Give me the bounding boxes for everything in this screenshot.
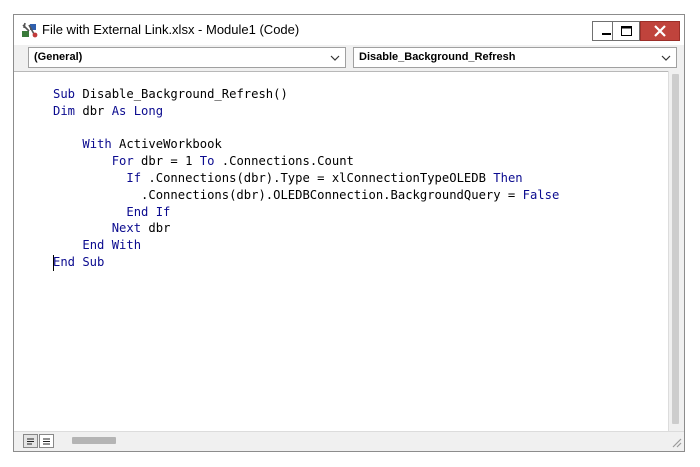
code-keyword: If	[126, 170, 142, 185]
code-line[interactable]: End If	[53, 204, 559, 221]
code-keyword: End Sub	[53, 254, 105, 269]
code-token: .Connections(dbr).OLEDBConnection.Backgr…	[53, 187, 523, 202]
code-token: Disable_Background_Refresh()	[75, 87, 288, 101]
code-keyword: For	[111, 154, 134, 169]
chevron-down-icon[interactable]	[328, 49, 342, 66]
code-keyword: With	[82, 137, 112, 152]
code-text[interactable]: Sub Disable_Background_Refresh() Dim dbr …	[53, 86, 559, 271]
bottom-bar	[14, 431, 684, 451]
code-token: .Connections(dbr).Type = xlConnectionTyp…	[141, 170, 494, 185]
code-line[interactable]: For dbr = 1 To .Connections.Count	[53, 153, 559, 170]
maximize-button[interactable]	[612, 21, 640, 41]
vba-editor-icon	[22, 22, 38, 38]
code-keyword: Sub	[53, 87, 76, 101]
chevron-down-icon[interactable]	[659, 49, 673, 66]
text-cursor	[53, 255, 54, 271]
procedure-dropdown-value: Disable_Background_Refresh	[359, 51, 516, 63]
code-keyword: End With	[82, 238, 142, 253]
code-line[interactable]: If .Connections(dbr).Type = xlConnection…	[53, 170, 559, 187]
code-line[interactable]: Dim dbr As Long	[53, 103, 559, 120]
code-editor[interactable]: Sub Disable_Background_Refresh() Dim dbr …	[14, 71, 668, 431]
procedure-view-icon	[27, 438, 34, 445]
code-line[interactable]: Sub Disable_Background_Refresh()	[53, 86, 559, 103]
vertical-scrollbar[interactable]	[668, 71, 684, 431]
close-button[interactable]	[640, 21, 680, 41]
object-dropdown-value: (General)	[34, 51, 83, 63]
code-keyword: Then	[493, 170, 523, 185]
code-keyword: To	[199, 154, 215, 169]
code-line[interactable]	[53, 120, 559, 137]
window-title: File with External Link.xlsx - Module1 (…	[42, 22, 300, 37]
code-keyword: False	[522, 187, 560, 202]
title-bar[interactable]: File with External Link.xlsx - Module1 (…	[14, 15, 684, 45]
horizontal-scroll-thumb[interactable]	[72, 437, 116, 444]
resize-grip-icon[interactable]	[670, 436, 682, 448]
code-line[interactable]: End Sub	[53, 254, 559, 271]
code-line[interactable]: .Connections(dbr).OLEDBConnection.Backgr…	[53, 187, 559, 204]
code-token: dbr	[141, 221, 171, 236]
code-token: ActiveWorkbook	[111, 137, 222, 152]
vbe-code-window: File with External Link.xlsx - Module1 (…	[13, 14, 685, 452]
procedure-dropdown[interactable]: Disable_Background_Refresh	[353, 47, 677, 68]
code-line[interactable]: With ActiveWorkbook	[53, 136, 559, 153]
code-token: dbr	[75, 103, 112, 118]
code-token: dbr = 1	[133, 154, 200, 169]
code-keyword: End If	[126, 204, 171, 219]
full-module-view-button[interactable]	[39, 434, 54, 448]
vertical-scroll-thumb[interactable]	[672, 74, 679, 424]
procedure-selector-bar: (General) Disable_Background_Refresh	[14, 45, 684, 71]
procedure-view-button[interactable]	[23, 434, 38, 448]
code-keyword: Next	[111, 221, 142, 236]
code-token: .Connections.Count	[214, 154, 354, 169]
object-dropdown[interactable]: (General)	[28, 47, 346, 68]
close-icon	[654, 25, 666, 37]
code-line[interactable]: Next dbr	[53, 220, 559, 237]
maximize-icon	[621, 26, 632, 36]
code-keyword: As Long	[111, 103, 164, 118]
code-line[interactable]: End With	[53, 237, 559, 254]
full-module-view-icon	[43, 438, 50, 445]
code-keyword: Dim	[53, 103, 76, 118]
